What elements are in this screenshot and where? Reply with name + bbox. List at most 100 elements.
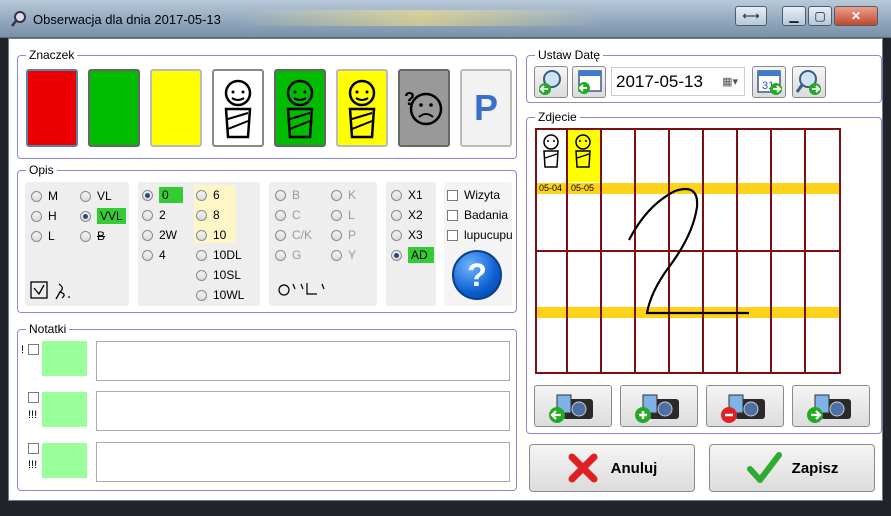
zoom-next-button[interactable] [792,66,826,98]
check-lupucupu[interactable]: lupucupu [447,227,513,243]
radio-10wl[interactable]: 10WL [196,287,244,303]
opis-panel-3: B C C/K G K L P Y [269,182,377,306]
notatki-legend: Notatki [26,322,70,336]
tile-yellow[interactable] [150,69,202,147]
radio-h[interactable]: H [31,208,57,224]
photo-remove-button[interactable] [706,385,784,427]
radio-m[interactable]: M [31,188,58,204]
tile-green[interactable] [88,69,140,147]
ustaw-date-group: Ustaw Datę 2017-05-13 ▦▾ 31 [526,48,882,103]
handwritten-two [628,187,749,315]
camera-remove-icon [721,394,765,423]
note-color-2[interactable] [42,392,87,427]
handwriting-scribble [30,281,70,300]
radio-x3[interactable]: X3 [391,227,423,243]
svg-text:?: ? [404,89,415,109]
note-input-1[interactable] [96,341,510,381]
znaczek-group: Znaczek ? P [17,48,517,159]
radio-ck[interactable]: C/K [275,227,312,243]
calendar-next-button[interactable]: 31 [752,66,786,98]
help-button[interactable]: ? [452,250,502,300]
tile-sad-face[interactable]: ? [398,69,450,147]
date-value: 2017-05-13 [616,71,703,91]
radio-vl[interactable]: VL [80,188,112,204]
p-letter: P [473,87,498,128]
radio-l[interactable]: L [31,228,55,244]
save-button[interactable]: Zapisz [709,444,875,492]
radio-ad[interactable]: AD [391,247,434,263]
radio-10sl[interactable]: 10SL [196,267,241,283]
note-checkbox-1[interactable] [28,344,39,355]
radio-c[interactable]: C [275,207,301,223]
baby-icon [543,134,559,168]
notatki-group: Notatki ! !!! !!! [17,322,517,491]
tile-baby-yellow[interactable] [336,69,388,147]
note-checkbox-3[interactable] [28,443,39,454]
radio-6[interactable]: 6 [196,187,220,203]
cancel-button[interactable]: Anuluj [529,444,695,492]
radio-g[interactable]: G [275,247,301,263]
photo-grid[interactable]: 05-04 05-05 [535,128,841,374]
magnifier-icon [11,11,26,27]
tile-baby-white[interactable] [212,69,264,147]
radio-x2[interactable]: X2 [391,207,423,223]
photo-add-button[interactable] [620,385,698,427]
radio-x1[interactable]: X1 [391,187,423,203]
radio-10[interactable]: 10 [196,227,226,243]
cancel-label: Anuluj [610,459,658,477]
sad-face-icon: ? [404,89,443,126]
red-x-icon [568,453,598,483]
check-badania[interactable]: Badania [447,207,508,223]
photo-next-button[interactable] [792,385,870,427]
day-cell-2[interactable] [568,130,600,182]
photo-prev-button[interactable] [534,385,612,427]
minimize-button[interactable]: ▁ [782,6,806,26]
opis-panel-5: Wizyta Badania lupucupu ? [444,182,513,306]
grid-col [804,130,806,372]
app-window: Obserwacja dla dnia 2017-05-13 ⟷ ▁ ▢ ✕ Z… [0,0,891,516]
calendar-prev-button[interactable] [572,66,606,98]
title-bar: Obserwacja dla dnia 2017-05-13 ⟷ ▁ ▢ ✕ [0,0,891,38]
zoom-prev-button[interactable] [534,66,568,98]
radio-b[interactable]: B [80,228,105,244]
calendar-dropdown-icon: ▦▾ [722,76,738,88]
radio-b2[interactable]: B [275,187,300,203]
radio-10dl[interactable]: 10DL [196,247,242,263]
day-cell-1[interactable] [537,130,566,182]
radio-l2[interactable]: L [331,207,355,223]
note-input-2[interactable] [96,391,510,431]
restore-arrows-button[interactable]: ⟷ [735,6,767,26]
tile-p[interactable]: P [460,69,512,147]
day-label: 05-05 [571,183,595,193]
camera-forward-icon [807,394,851,423]
tile-baby-green[interactable] [274,69,326,147]
radio-4[interactable]: 4 [142,247,166,263]
tile-red[interactable] [26,69,78,147]
handwriting-scribble [278,283,325,296]
opis-group: Opis M H L VL VVL B 0 2 2W 4 6 8 10 10DL [17,163,517,313]
note-checkbox-2[interactable] [28,392,39,403]
maximize-button[interactable]: ▢ [808,6,832,26]
radio-0[interactable]: 0 [142,187,183,203]
close-button[interactable]: ✕ [834,6,878,26]
radio-8[interactable]: 8 [196,207,220,223]
note-color-1[interactable] [42,341,87,376]
radio-k[interactable]: K [331,187,356,203]
title-glow [240,10,600,26]
ustaw-date-legend: Ustaw Datę [535,48,604,62]
check-wizyta[interactable]: Wizyta [447,187,500,203]
baby-icon [224,79,252,139]
radio-vvl[interactable]: VVL [80,208,126,224]
note-color-3[interactable] [42,443,87,478]
grid-col [600,130,602,372]
radio-2w[interactable]: 2W [142,227,177,243]
note-input-3[interactable] [96,442,510,482]
radio-2[interactable]: 2 [142,207,166,223]
baby-icon [575,134,591,168]
green-check-icon [746,452,782,483]
date-picker[interactable]: 2017-05-13 ▦▾ [611,67,745,96]
znaczek-legend: Znaczek [26,48,78,62]
radio-p[interactable]: P [331,227,356,243]
radio-y[interactable]: Y [331,247,356,263]
calendar-back-icon [578,70,602,94]
